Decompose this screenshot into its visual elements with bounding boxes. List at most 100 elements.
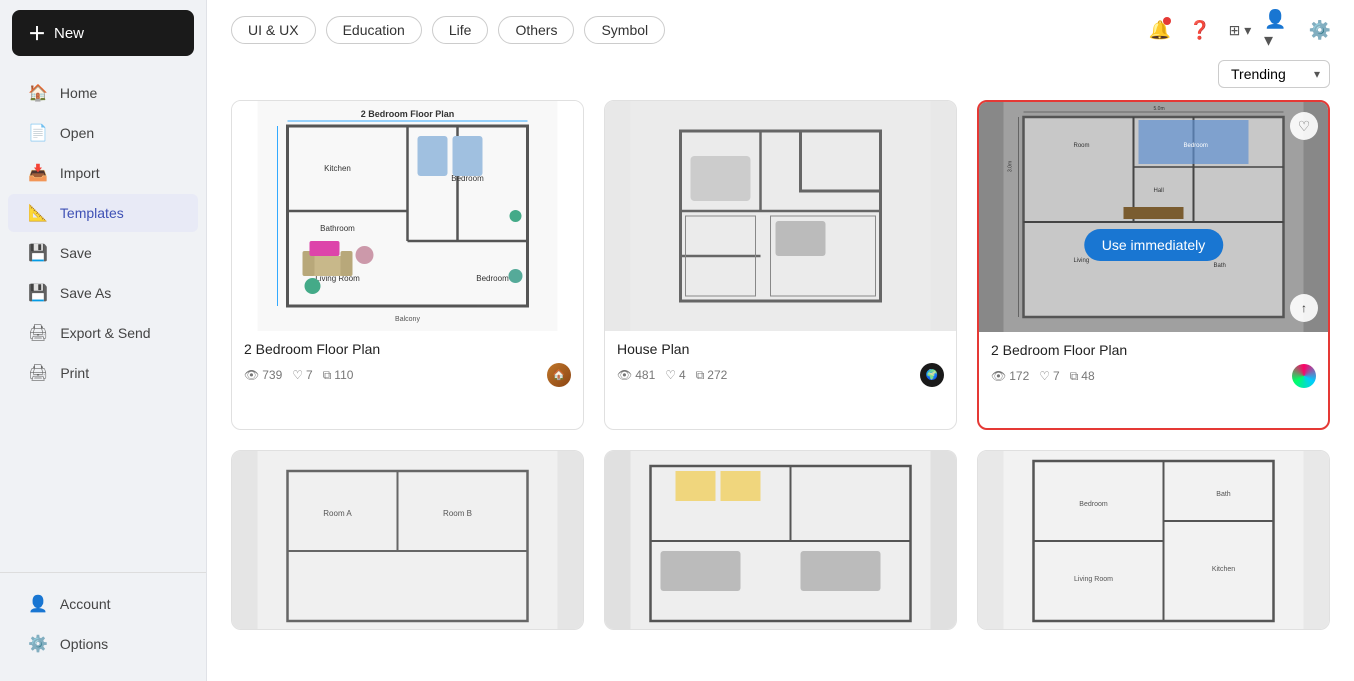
likes-icon-3: ♡ [1039,369,1050,383]
svg-text:Bedroom: Bedroom [476,274,509,283]
notification-dot [1163,17,1171,25]
views-icon-3: 👁 [991,369,1006,383]
sort-select[interactable]: Trending Newest Most Liked [1218,60,1330,88]
sidebar-item-import-label: Import [60,165,100,181]
options-icon: ⚙️ [28,634,48,654]
new-button[interactable]: ＋ New [12,10,194,56]
filter-symbol[interactable]: Symbol [584,16,665,44]
card-3-views: 👁 172 [991,369,1029,383]
apps-grid-icon[interactable]: ⊞ ▾ [1224,14,1256,46]
sidebar-item-home-label: Home [60,85,97,101]
card-4[interactable]: Room A Room B [231,450,584,630]
sidebar-item-save-as[interactable]: 💾 Save As [8,274,198,312]
account-icon: 👤 [28,594,48,614]
card-3-image: ♡ Roo [979,102,1328,332]
card-1[interactable]: Kitchen Bathroom Living Room Bedroom Bed… [231,100,584,430]
filter-education[interactable]: Education [326,16,422,44]
sidebar-item-save-as-label: Save As [60,285,111,301]
sidebar-item-print[interactable]: 🖨 Print [8,354,198,392]
plus-icon: ＋ [28,20,46,46]
svg-text:Kitchen: Kitchen [1212,566,1235,573]
card-1-avatar: 🏠 [547,363,571,387]
card-1-likes: ♡ 7 [292,368,312,382]
svg-text:Kitchen: Kitchen [324,164,351,173]
sidebar-item-open[interactable]: 📄 Open [8,114,198,152]
person-icon[interactable]: 👤 ▾ [1264,14,1296,46]
svg-text:Room B: Room B [443,509,472,518]
sidebar-item-import[interactable]: 📥 Import [8,154,198,192]
export-icon: 🖨 [28,323,48,343]
svg-text:Room: Room [1074,143,1090,149]
card-4-image: Room A Room B [232,451,583,630]
sidebar: ＋ New 🏠 Home 📄 Open 📥 Import 📐 Templates… [0,0,207,681]
help-icon[interactable]: ❓ [1184,14,1216,46]
card-1-footer: 2 Bedroom Floor Plan 👁 739 ♡ 7 ⧉ 110 🏠 [232,331,583,395]
card-5[interactable] [604,450,957,630]
card-1-title: 2 Bedroom Floor Plan [244,341,571,357]
views-icon-2: 👁 [617,368,632,382]
card-3-avatar [1292,364,1316,388]
card-6[interactable]: Bedroom Living Room Bath Kitchen [977,450,1330,630]
card-3-footer: 2 Bedroom Floor Plan 👁 172 ♡ 7 ⧉ 48 [979,332,1328,396]
card-1-views: 👁 739 [244,368,282,382]
card-3-heart-icon[interactable]: ♡ [1290,112,1318,140]
topbar: 🔔 ❓ ⊞ ▾ 👤 ▾ ⚙️ [1126,0,1354,60]
card-2-stats: 👁 481 ♡ 4 ⧉ 272 🌍 [617,363,944,387]
svg-text:Bedroom: Bedroom [1184,143,1208,149]
card-2-avatar: 🌍 [920,363,944,387]
svg-text:3.0m: 3.0m [1008,161,1014,172]
sidebar-item-open-label: Open [60,125,94,141]
templates-icon: 📐 [28,203,48,223]
copies-icon: ⧉ [323,368,332,383]
filter-ui-ux[interactable]: UI & UX [231,16,316,44]
likes-icon-2: ♡ [665,368,676,382]
card-2-copies: ⧉ 272 [696,368,728,383]
sidebar-item-home[interactable]: 🏠 Home [8,74,198,112]
card-1-stats: 👁 739 ♡ 7 ⧉ 110 🏠 [244,363,571,387]
card-3-scroll-icon[interactable]: ↑ [1290,294,1318,322]
sidebar-nav: 🏠 Home 📄 Open 📥 Import 📐 Templates 💾 Sav… [0,66,206,572]
card-2-views: 👁 481 [617,368,655,382]
notification-icon[interactable]: 🔔 [1144,14,1176,46]
svg-text:Living Room: Living Room [1074,576,1113,583]
sidebar-item-templates[interactable]: 📐 Templates [8,194,198,232]
new-label: New [54,25,84,42]
likes-icon: ♡ [292,368,303,382]
svg-text:Bath: Bath [1214,263,1226,269]
print-icon: 🖨 [28,363,48,383]
sidebar-item-export[interactable]: 🖨 Export & Send [8,314,198,352]
card-2[interactable]: House Plan 👁 481 ♡ 4 ⧉ 272 🌍 [604,100,957,430]
sidebar-item-templates-label: Templates [60,205,124,221]
main-content: 🔔 ❓ ⊞ ▾ 👤 ▾ ⚙️ UI & UX Education Life Ot… [207,0,1354,681]
filter-others[interactable]: Others [498,16,574,44]
card-3-likes: ♡ 7 [1039,369,1059,383]
svg-text:Bedroom: Bedroom [1079,501,1108,508]
sidebar-item-export-label: Export & Send [60,325,150,341]
sidebar-bottom: 👤 Account ⚙️ Options [0,572,206,681]
copies-icon-2: ⧉ [696,368,705,383]
card-3[interactable]: ♡ Roo [977,100,1330,430]
sidebar-item-account[interactable]: 👤 Account [8,585,198,623]
card-2-likes: ♡ 4 [665,368,685,382]
settings-icon[interactable]: ⚙️ [1304,14,1336,46]
save-icon: 💾 [28,243,48,263]
svg-text:5.0m: 5.0m [1154,106,1165,112]
import-icon: 📥 [28,163,48,183]
open-icon: 📄 [28,123,48,143]
use-immediately-button[interactable]: Use immediately [1084,229,1223,261]
home-icon: 🏠 [28,83,48,103]
svg-text:Living: Living [1074,258,1090,264]
filter-life[interactable]: Life [432,16,489,44]
svg-text:Hall: Hall [1154,188,1164,194]
svg-text:Balcony: Balcony [395,316,420,323]
card-3-title: 2 Bedroom Floor Plan [991,342,1316,358]
card-3-stats: 👁 172 ♡ 7 ⧉ 48 [991,364,1316,388]
sidebar-item-options[interactable]: ⚙️ Options [8,625,198,663]
card-1-image: Kitchen Bathroom Living Room Bedroom Bed… [232,101,583,331]
views-icon: 👁 [244,368,259,382]
sidebar-item-account-label: Account [60,596,111,612]
svg-text:2 Bedroom Floor Plan: 2 Bedroom Floor Plan [361,109,455,119]
card-2-image [605,101,956,331]
copies-icon-3: ⧉ [1070,369,1079,384]
sidebar-item-save[interactable]: 💾 Save [8,234,198,272]
